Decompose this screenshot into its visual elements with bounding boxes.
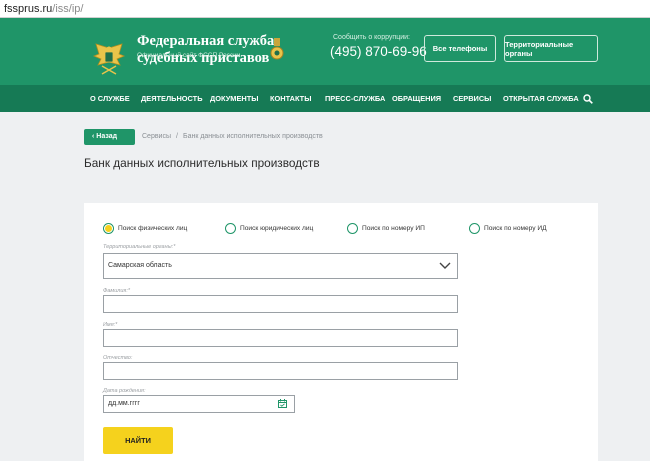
nav-item-documents[interactable]: ДОКУМЕНТЫ: [210, 85, 258, 112]
radio-button: [103, 222, 114, 234]
radio-id-number[interactable]: Поиск по номеру ИД: [469, 222, 547, 234]
back-button[interactable]: ‹ Назад: [84, 129, 135, 145]
radio-ip-number[interactable]: Поиск по номеру ИП: [347, 222, 425, 234]
radio-button: [225, 222, 236, 234]
nav-item-open-service[interactable]: ОТКРЫТАЯ СЛУЖБА: [503, 85, 579, 112]
nav-item-contacts[interactable]: КОНТАКТЫ: [270, 85, 311, 112]
breadcrumb-separator: /: [176, 133, 178, 140]
all-phones-button[interactable]: Все телефоны: [424, 35, 496, 62]
site-title[interactable]: Федеральная служба судебных приставов: [137, 33, 274, 67]
search-icon[interactable]: [583, 94, 593, 104]
find-button[interactable]: НАЙТИ: [103, 427, 173, 454]
calendar-icon[interactable]: [278, 399, 287, 408]
firstname-field[interactable]: [103, 329, 458, 347]
url-path: /iss/ip/: [52, 3, 84, 15]
lastname-label: Фамилия:*: [103, 288, 131, 294]
breadcrumb-item-services[interactable]: Сервисы: [142, 133, 171, 140]
back-button-label: Назад: [96, 133, 118, 140]
chevron-down-icon: [439, 262, 451, 269]
hotline-phone[interactable]: (495) 870-69-96: [330, 44, 427, 59]
radio-individuals[interactable]: Поиск физических лиц: [103, 222, 187, 234]
radio-button: [347, 222, 358, 234]
medal-icon: [270, 38, 284, 60]
birthdate-label: Дата рождения:: [103, 388, 146, 394]
nav-item-services[interactable]: СЕРВИСЫ: [453, 85, 491, 112]
site-subtitle: Официальный сайт ФССП России: [137, 52, 241, 59]
breadcrumb: Сервисы / Банк данных исполнительных произ…: [142, 129, 323, 145]
url-host: fssprus.ru: [4, 3, 53, 15]
radio-label: Поиск юридических лиц: [240, 224, 314, 232]
patronymic-label: Отчество:: [103, 355, 133, 361]
emblem-logo[interactable]: [90, 40, 128, 78]
radio-selected-dot: [105, 224, 112, 232]
radio-label: Поиск по номеру ИП: [362, 224, 425, 232]
corruption-label: Сообщить о коррупции:: [333, 34, 410, 41]
region-label: Территориальные органы:*: [103, 244, 176, 250]
radio-label: Поиск по номеру ИД: [484, 224, 547, 232]
lastname-field[interactable]: [103, 295, 458, 313]
firstname-label: Имя:*: [103, 322, 118, 328]
main-nav: О СЛУЖБЕ ДЕЯТЕЛЬНОСТЬ ДОКУМЕНТЫ КОНТАКТЫ…: [0, 85, 650, 112]
radio-label: Поиск физических лиц: [118, 224, 188, 232]
address-bar[interactable]: fssprus.ru/iss/ip/: [0, 0, 650, 18]
nav-item-about[interactable]: О СЛУЖБЕ: [90, 85, 130, 112]
patronymic-field[interactable]: [103, 362, 458, 380]
territorial-bodies-button[interactable]: Территориальные органы: [504, 35, 598, 62]
region-select[interactable]: Самарская область: [103, 253, 458, 279]
radio-legal-entities[interactable]: Поиск юридических лиц: [225, 222, 313, 234]
site-header: Федеральная служба судебных приставов Со…: [0, 18, 650, 85]
birthdate-placeholder: дд.мм.гггг: [108, 400, 140, 407]
nav-item-press[interactable]: ПРЕСС-СЛУЖБА: [325, 85, 385, 112]
region-select-value: Самарская область: [108, 262, 172, 269]
page-title: Банк данных исполнительных производств: [84, 156, 320, 170]
radio-button: [469, 222, 480, 234]
nav-item-activity[interactable]: ДЕЯТЕЛЬНОСТЬ: [141, 85, 203, 112]
nav-item-appeals[interactable]: ОБРАЩЕНИЯ: [392, 85, 441, 112]
breadcrumb-item-current: Банк данных исполнительных производств: [182, 133, 323, 140]
site-title-line1: Федеральная служба: [137, 33, 275, 49]
birthdate-field[interactable]: дд.мм.гггг: [103, 395, 295, 413]
